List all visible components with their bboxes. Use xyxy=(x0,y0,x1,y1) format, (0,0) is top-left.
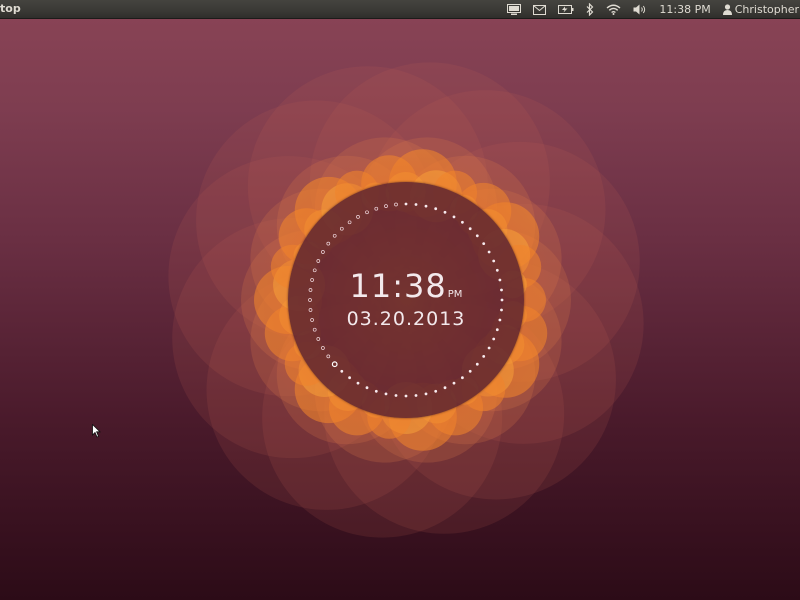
clock-tick-dot xyxy=(340,369,344,373)
clock-tick-dot xyxy=(482,355,486,358)
clock-tick-dot xyxy=(452,381,456,385)
clock-ampm: PM xyxy=(447,289,463,300)
clock-widget: 11:38PM 03.20.2013 xyxy=(288,182,524,418)
top-panel: top 11:38 PM Christopher xyxy=(0,0,800,19)
desktop: top 11:38 PM Christopher 11:38PM 03.20.2… xyxy=(0,0,800,600)
clock-tick-dot xyxy=(475,234,479,238)
clock-tick-dot xyxy=(492,259,496,263)
clock-tick-dot xyxy=(394,202,398,207)
clock-tick-dot xyxy=(332,233,337,238)
indicator-battery[interactable] xyxy=(552,0,580,19)
clock-tick-dot xyxy=(374,206,379,211)
clock-tick-dot xyxy=(452,215,456,219)
clock-tick-dot xyxy=(321,250,325,254)
mouse-pointer-icon xyxy=(92,424,101,438)
user-icon xyxy=(722,4,732,15)
clock-tick-dot xyxy=(365,210,369,215)
clock-tick-dot xyxy=(424,204,428,208)
panel-indicators: 11:38 PM Christopher xyxy=(501,0,800,19)
clock-tick-dot xyxy=(443,386,447,390)
bluetooth-icon xyxy=(586,3,594,16)
clock-tick-dot xyxy=(326,241,331,246)
clock-tick-dot xyxy=(384,392,388,396)
volume-icon xyxy=(633,4,646,15)
clock-tick-dot xyxy=(316,259,321,263)
clock-tick-dot xyxy=(434,389,438,393)
clock-tick-dot xyxy=(461,376,464,380)
display-icon xyxy=(507,3,522,15)
clock-tick-dot xyxy=(492,337,496,341)
clock-tick-dot xyxy=(347,220,352,225)
panel-app-title[interactable]: top xyxy=(0,2,21,15)
wifi-icon xyxy=(606,4,621,15)
clock-tick-dot xyxy=(434,207,438,211)
clock-tick-dot xyxy=(331,361,338,368)
clock-tick-dot xyxy=(356,381,360,385)
clock-tick-dot xyxy=(384,204,388,208)
indicator-user[interactable]: Christopher xyxy=(717,0,800,19)
clock-tick-dot xyxy=(443,210,447,214)
clock-tick-dot xyxy=(487,346,491,350)
clock-tick-dot xyxy=(468,369,472,373)
clock-tick-dot xyxy=(365,386,369,390)
clock-tick-dot xyxy=(487,250,491,254)
clock-tick-dot xyxy=(461,220,464,224)
clock-tick-dot xyxy=(404,394,408,398)
indicator-messages[interactable] xyxy=(527,0,552,19)
clock-tick-dot xyxy=(374,389,378,393)
clock-tick-dot xyxy=(316,337,321,341)
clock-tick-dot xyxy=(404,202,408,206)
clock-tick-dot xyxy=(482,242,486,245)
clock-tick-dot xyxy=(414,203,418,206)
clock-tick-dot xyxy=(326,354,331,359)
clock-tick-dot xyxy=(356,215,360,219)
clock-time-row: 11:38PM xyxy=(288,270,524,302)
indicator-display[interactable] xyxy=(501,0,527,19)
clock-tick-dot xyxy=(394,394,398,397)
battery-icon xyxy=(558,5,574,14)
panel-clock: 11:38 PM xyxy=(659,3,711,16)
clock-time: 11:38 xyxy=(349,267,447,305)
indicator-sound[interactable] xyxy=(627,0,653,19)
clock-tick-dot xyxy=(339,226,344,231)
clock-tick-dot xyxy=(321,346,325,350)
clock-date: 03.20.2013 xyxy=(346,308,466,330)
clock-tick-dot xyxy=(475,362,479,366)
mail-icon xyxy=(533,4,547,15)
panel-user-name: Christopher xyxy=(734,3,799,16)
indicator-bluetooth[interactable] xyxy=(580,0,600,19)
clock-tick-dot xyxy=(424,392,428,396)
clock-tick-dot xyxy=(468,227,472,231)
indicator-network[interactable] xyxy=(600,0,627,19)
clock-tick-dot xyxy=(348,376,351,380)
clock-tick-dot xyxy=(414,394,418,397)
indicator-clock[interactable]: 11:38 PM xyxy=(653,0,716,19)
